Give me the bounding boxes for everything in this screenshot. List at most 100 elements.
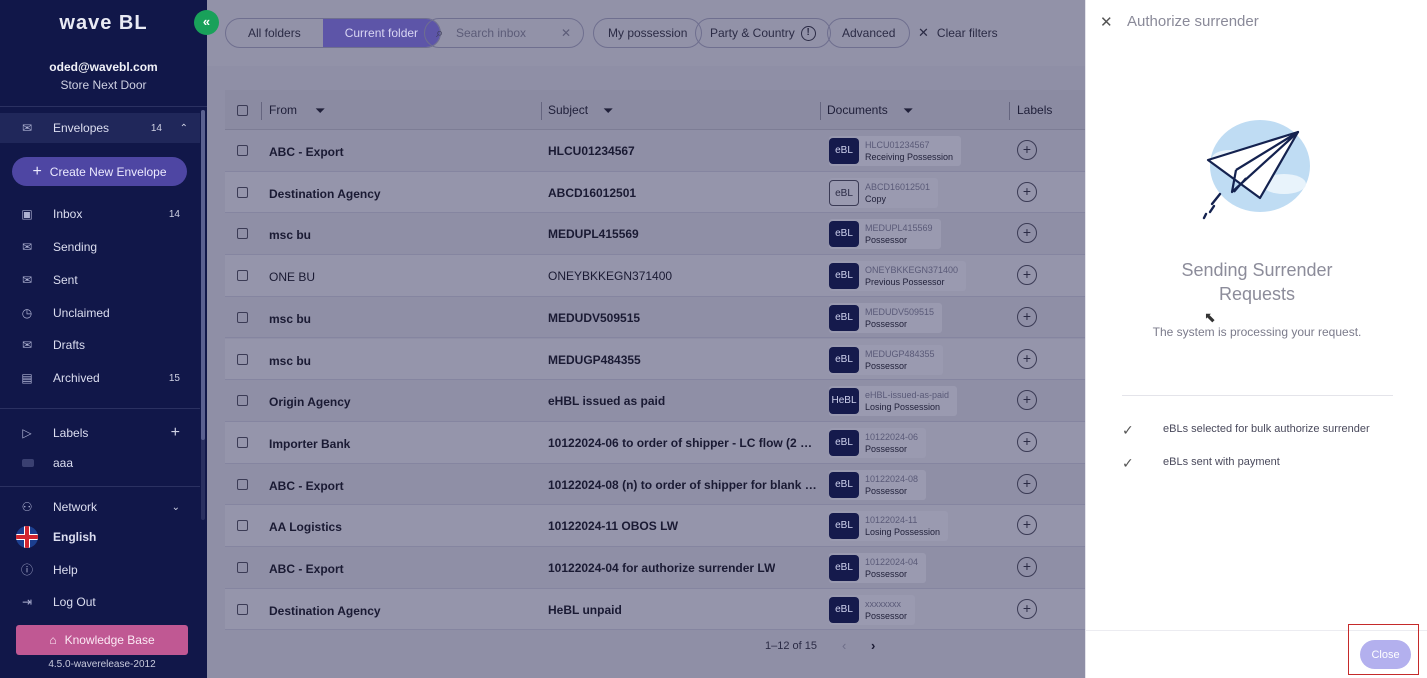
table-row[interactable]: ABC - Export 10122024-04 for authorize su… bbox=[225, 547, 1085, 589]
create-new-envelope-button[interactable]: + Create New Envelope bbox=[12, 157, 187, 186]
knowledge-base-button[interactable]: ⌂ Knowledge Base bbox=[16, 625, 188, 655]
column-separator bbox=[1009, 102, 1010, 120]
table-row[interactable]: Origin Agency eHBL issued as paid HeBL eHBL… bbox=[225, 380, 1085, 422]
sidebar-item-sending[interactable]: ✉ Sending bbox=[0, 232, 200, 262]
table-row[interactable]: msc bu MEDUPL415569 eBL MEDUPL415569 Possess… bbox=[225, 213, 1085, 256]
table-row[interactable]: msc bu MEDUDV509515 eBL MEDUDV509515 Possess… bbox=[225, 297, 1085, 339]
document-chip[interactable]: eBL ONEYBKKEGN371400 Previous Possessor bbox=[829, 261, 967, 292]
search-input[interactable] bbox=[456, 26, 556, 40]
row-checkbox[interactable] bbox=[237, 520, 248, 532]
column-subject[interactable]: Subject bbox=[548, 90, 588, 130]
table-row[interactable]: msc bu MEDUGP484355 eBL MEDUGP484355 Possess… bbox=[225, 338, 1085, 381]
row-checkbox[interactable] bbox=[237, 228, 248, 240]
document-status: Possessor bbox=[865, 235, 908, 246]
row-from: ONE BU bbox=[269, 270, 316, 285]
document-chip[interactable]: eBL MEDUPL415569 Possessor bbox=[829, 219, 941, 250]
column-documents[interactable]: Documents bbox=[827, 90, 888, 130]
add-label-icon[interactable]: + bbox=[1017, 473, 1037, 494]
document-chip[interactable]: eBL 10122024-08 Possessor bbox=[829, 469, 927, 500]
add-label-icon[interactable]: + bbox=[1017, 140, 1037, 160]
close-button[interactable]: Close bbox=[1360, 640, 1411, 669]
my-possession-filter[interactable]: My possession bbox=[593, 18, 703, 48]
sidebar-item-network[interactable]: ⚇ Network ⌄ bbox=[0, 492, 200, 522]
language-selector[interactable]: English bbox=[0, 522, 200, 552]
sidebar-item-help[interactable]: ⓘ Help bbox=[0, 555, 200, 585]
row-checkbox[interactable] bbox=[237, 186, 248, 198]
document-chip[interactable]: eBL 10122024-06 Possessor bbox=[829, 427, 927, 458]
document-number: ABCD16012501 bbox=[865, 181, 931, 192]
add-label-icon[interactable]: + bbox=[1017, 223, 1037, 244]
row-checkbox[interactable] bbox=[237, 353, 248, 365]
document-chip[interactable]: eBL 10122024-04 Possessor bbox=[829, 553, 927, 583]
table-row[interactable]: ABC - Export HLCU01234567 eBL HLCU01234567 R… bbox=[225, 130, 1085, 172]
user-organization: Store Next Door bbox=[60, 78, 147, 92]
status-subtitle: The system is processing your request. bbox=[1152, 325, 1362, 339]
my-possession-label: My possession bbox=[608, 26, 688, 40]
table-row[interactable]: Destination Agency ABCD16012501 eBL ABCD160… bbox=[225, 171, 1085, 214]
filter-subject-icon[interactable]: ⏷ bbox=[603, 103, 613, 119]
inbox-count: 14 bbox=[168, 208, 180, 220]
document-status: Receiving Possession bbox=[865, 152, 954, 162]
sidebar-item-archived[interactable]: ▤ Archived 15 bbox=[0, 363, 200, 393]
party-country-filter[interactable]: Party & Country ! bbox=[695, 18, 831, 48]
sidebar-item-inbox[interactable]: ▣ Inbox 14 bbox=[0, 199, 200, 229]
chevron-down-icon: ⌄ bbox=[171, 501, 180, 513]
table-row[interactable]: Importer Bank 10122024-06 to order of shi… bbox=[225, 421, 1085, 464]
sidebar-item-logout[interactable]: ⇥ Log Out bbox=[0, 587, 200, 617]
all-folders-tab[interactable]: All folders bbox=[226, 19, 323, 47]
sidebar-label-aaa[interactable]: aaa bbox=[0, 448, 200, 478]
document-number: MEDUPL415569 bbox=[865, 223, 933, 234]
table-row[interactable]: ABC - Export 10122024-08 (n) to order of … bbox=[225, 464, 1085, 506]
row-checkbox[interactable] bbox=[237, 478, 248, 490]
add-label-icon[interactable]: + bbox=[1017, 515, 1037, 536]
document-chip[interactable]: eBL HLCU01234567 Receiving Possession bbox=[829, 136, 962, 166]
add-label-icon[interactable]: + bbox=[1017, 431, 1037, 452]
table-row[interactable]: Destination Agency HeBL unpaid eBL xxxxxxxx… bbox=[225, 588, 1085, 631]
next-page-icon[interactable]: › bbox=[871, 638, 875, 653]
document-chip[interactable]: eBL xxxxxxxx Possessor bbox=[829, 594, 916, 625]
document-chip[interactable]: HeBL eHBL-issued-as-paid Losing Possession bbox=[829, 386, 958, 417]
row-checkbox[interactable] bbox=[237, 270, 248, 282]
row-checkbox[interactable] bbox=[237, 562, 248, 573]
row-checkbox[interactable] bbox=[237, 603, 248, 615]
document-chip[interactable]: eBL 10122024-11 Losing Possession bbox=[829, 511, 949, 542]
clear-filters-button[interactable]: ✕ Clear filters bbox=[918, 18, 998, 48]
current-folder-tab[interactable]: Current folder bbox=[322, 19, 441, 47]
filter-documents-icon[interactable]: ⏷ bbox=[903, 103, 913, 119]
document-chip[interactable]: eBL MEDUDV509515 Possessor bbox=[829, 302, 943, 333]
document-chip[interactable]: eBL MEDUGP484355 Possessor bbox=[829, 344, 943, 375]
clear-search-icon[interactable]: ✕ bbox=[561, 26, 571, 40]
document-number: 10122024-04 bbox=[865, 557, 919, 567]
column-from[interactable]: From bbox=[269, 90, 297, 130]
table-row[interactable]: ONE BU ONEYBKKEGN371400 eBL ONEYBKKEGN37140… bbox=[225, 255, 1085, 297]
row-checkbox[interactable] bbox=[237, 395, 248, 407]
add-label-icon[interactable]: + bbox=[1017, 181, 1037, 202]
collapse-sidebar-button[interactable]: « bbox=[194, 10, 219, 35]
add-label-icon[interactable]: + bbox=[1017, 306, 1037, 327]
document-number: ONEYBKKEGN371400 bbox=[865, 265, 959, 276]
sidebar-envelopes-group[interactable]: ✉ Envelopes 14 ⌃ bbox=[0, 113, 200, 143]
previous-page-icon[interactable]: ‹ bbox=[842, 638, 846, 653]
add-label-icon[interactable]: + bbox=[1017, 390, 1037, 411]
sidebar-item-drafts[interactable]: ✉ Drafts bbox=[0, 330, 200, 360]
advanced-filter[interactable]: Advanced bbox=[827, 18, 911, 48]
chevron-up-icon[interactable]: ⌃ bbox=[180, 123, 188, 134]
row-checkbox[interactable] bbox=[237, 436, 248, 448]
row-checkbox[interactable] bbox=[237, 311, 248, 323]
add-label-icon[interactable]: + bbox=[1017, 598, 1037, 619]
add-label-icon[interactable]: + bbox=[1017, 348, 1037, 369]
close-icon[interactable]: ✕ bbox=[1100, 13, 1113, 31]
table-row[interactable]: AA Logistics 10122024-11 OBOS LW eBL 101220… bbox=[225, 505, 1085, 547]
add-label-icon[interactable]: + bbox=[1017, 557, 1037, 577]
row-from: AA Logistics bbox=[269, 520, 342, 535]
add-label-icon[interactable]: + bbox=[1017, 265, 1037, 286]
row-checkbox[interactable] bbox=[237, 145, 248, 156]
sidebar-scrollbar-thumb[interactable] bbox=[201, 110, 205, 440]
row-subject: ONEYBKKEGN371400 bbox=[548, 269, 673, 284]
select-all-checkbox[interactable] bbox=[237, 105, 248, 116]
document-chip[interactable]: eBL ABCD16012501 Copy bbox=[829, 177, 939, 208]
filter-from-icon[interactable]: ⏷ bbox=[315, 103, 325, 119]
add-label-icon[interactable]: + bbox=[171, 424, 180, 442]
sidebar-item-sent[interactable]: ✉ Sent bbox=[0, 265, 200, 295]
sidebar-item-unclaimed[interactable]: ◷ Unclaimed bbox=[0, 298, 200, 328]
